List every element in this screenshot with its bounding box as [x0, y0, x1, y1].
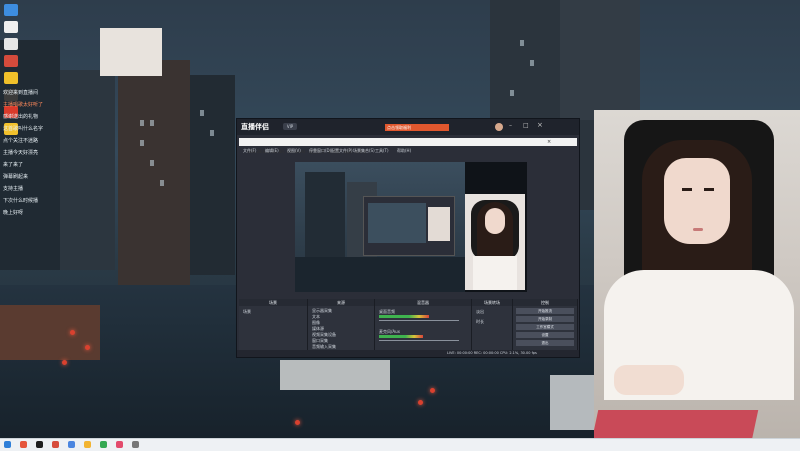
- menu-item[interactable]: 停靠窗口(D): [309, 147, 331, 155]
- taskbar-app-5[interactable]: [84, 441, 91, 448]
- promo-banner[interactable]: 点击领取福利: [385, 124, 449, 131]
- volume-slider[interactable]: [379, 340, 459, 341]
- chat-message: 来了来了: [3, 162, 24, 168]
- preview-webcam: [465, 194, 525, 290]
- obs-close-icon[interactable]: ×: [539, 138, 551, 146]
- scene-item[interactable]: 场景: [243, 309, 251, 314]
- live-companion-header: 直播伴侣 VIP 点击领取福利 – □ ×: [237, 119, 579, 135]
- sources-header: 来源: [308, 299, 374, 306]
- live-chat-overlay: 欢迎来到直播间 主播唱歌太好听了 感谢送出的礼物 这首歌叫什么名字 点个关注不迷路 主播今…: [0, 20, 110, 250]
- taskbar-app-6[interactable]: [100, 441, 107, 448]
- source-item[interactable]: 图像: [312, 320, 320, 325]
- webcam-feed: [594, 110, 800, 450]
- obs-window[interactable]: 直播伴侣 VIP 点击领取福利 – □ × OBS 28.0.1 (64-bit…: [236, 118, 580, 358]
- chat-message: 弹幕刷起来: [3, 174, 29, 180]
- menu-item[interactable]: 配置文件(P): [331, 147, 353, 155]
- menu-item[interactable]: 场景集合(S): [353, 147, 375, 155]
- chat-message: 支持主播: [3, 186, 24, 192]
- volume-meter: [379, 335, 423, 338]
- mixer-dock: 混音器 桌面音频麦克风/Aux: [375, 299, 472, 355]
- source-item[interactable]: 音频输入采集: [312, 344, 336, 349]
- status-text: LIVE: 00:00:00 REC: 00:00:00 CPU: 2.1%, …: [447, 351, 537, 355]
- control-button[interactable]: 工作室模式: [516, 324, 574, 330]
- chat-message: 主播唱歌太好听了: [3, 102, 44, 108]
- transitions-header: 场景转场: [472, 299, 512, 306]
- chat-message: 这首歌叫什么名字: [3, 126, 44, 132]
- nested-preview: [363, 196, 455, 256]
- chat-message: 主播今天好漂亮: [3, 150, 39, 156]
- windows-start-icon[interactable]: [4, 441, 11, 448]
- source-item[interactable]: 文本: [312, 314, 320, 319]
- chat-message: 点个关注不迷路: [3, 138, 39, 144]
- control-button[interactable]: 开始录制: [516, 316, 574, 322]
- obs-menu-bar: 文件(F) 编辑(E) 视图(V) 停靠窗口(D) 配置文件(P) 场景集合(S) 工具(T…: [239, 147, 577, 155]
- controls-header: 控制: [513, 299, 577, 306]
- mixer-track-label: 桌面音频: [379, 309, 395, 314]
- app-brand: 直播伴侣: [241, 123, 269, 131]
- taskbar-app-4[interactable]: [68, 441, 75, 448]
- volume-slider[interactable]: [379, 320, 459, 321]
- control-button[interactable]: 设置: [516, 332, 574, 338]
- maximize-icon[interactable]: □: [523, 122, 529, 129]
- volume-meter: [379, 315, 429, 318]
- control-button[interactable]: 开始推流: [516, 308, 574, 314]
- chat-message: 晚上好呀: [3, 210, 24, 216]
- transitions-dock: 场景转场 淡出时长: [472, 299, 513, 355]
- source-item[interactable]: 视频采集设备: [312, 332, 336, 337]
- menu-item[interactable]: 视图(V): [287, 147, 301, 155]
- taskbar-app-3[interactable]: [52, 441, 59, 448]
- source-item[interactable]: 窗口采集: [312, 338, 328, 343]
- menu-item[interactable]: 文件(F): [243, 147, 256, 155]
- vip-badge[interactable]: VIP: [283, 123, 297, 130]
- menu-item[interactable]: 工具(T): [375, 147, 389, 155]
- minimize-icon[interactable]: –: [509, 122, 512, 129]
- transition-item[interactable]: 时长: [476, 319, 484, 324]
- scenes-dock: 场景 场景: [239, 299, 308, 355]
- taskbar-app-2[interactable]: [36, 441, 43, 448]
- sources-dock: 来源 显示器采集 文本 图像 媒体源 视频采集设备 窗口采集 音频输入采集: [308, 299, 375, 355]
- mixer-header: 混音器: [375, 299, 471, 306]
- close-icon[interactable]: ×: [537, 121, 543, 129]
- taskbar-app-8[interactable]: [132, 441, 139, 448]
- source-item[interactable]: 媒体源: [312, 326, 324, 331]
- menu-item[interactable]: 帮助(H): [397, 147, 411, 155]
- chat-message: 欢迎来到直播间: [3, 90, 39, 96]
- control-button[interactable]: 退出: [516, 340, 574, 346]
- taskbar: [0, 438, 800, 451]
- chat-message: 下次什么时候播: [3, 198, 39, 204]
- obs-title-bar: OBS 28.0.1 (64-bit, windows) - 配置文件: 未命名…: [239, 138, 577, 154]
- mixer-track-label: 麦克风/Aux: [379, 329, 400, 334]
- avatar[interactable]: [495, 123, 503, 131]
- taskbar-app-1[interactable]: [20, 441, 27, 448]
- menu-item[interactable]: 编辑(E): [265, 147, 279, 155]
- chat-message: 感谢送出的礼物: [3, 114, 39, 120]
- transition-item[interactable]: 淡出: [476, 309, 484, 314]
- obs-preview[interactable]: [295, 162, 527, 292]
- desktop-icon-1[interactable]: [4, 4, 18, 16]
- obs-status-bar: LIVE: 00:00:00 REC: 00:00:00 CPU: 2.1%, …: [237, 350, 579, 357]
- taskbar-app-7[interactable]: [116, 441, 123, 448]
- scenes-header: 场景: [239, 299, 307, 306]
- source-item[interactable]: 显示器采集: [312, 308, 332, 313]
